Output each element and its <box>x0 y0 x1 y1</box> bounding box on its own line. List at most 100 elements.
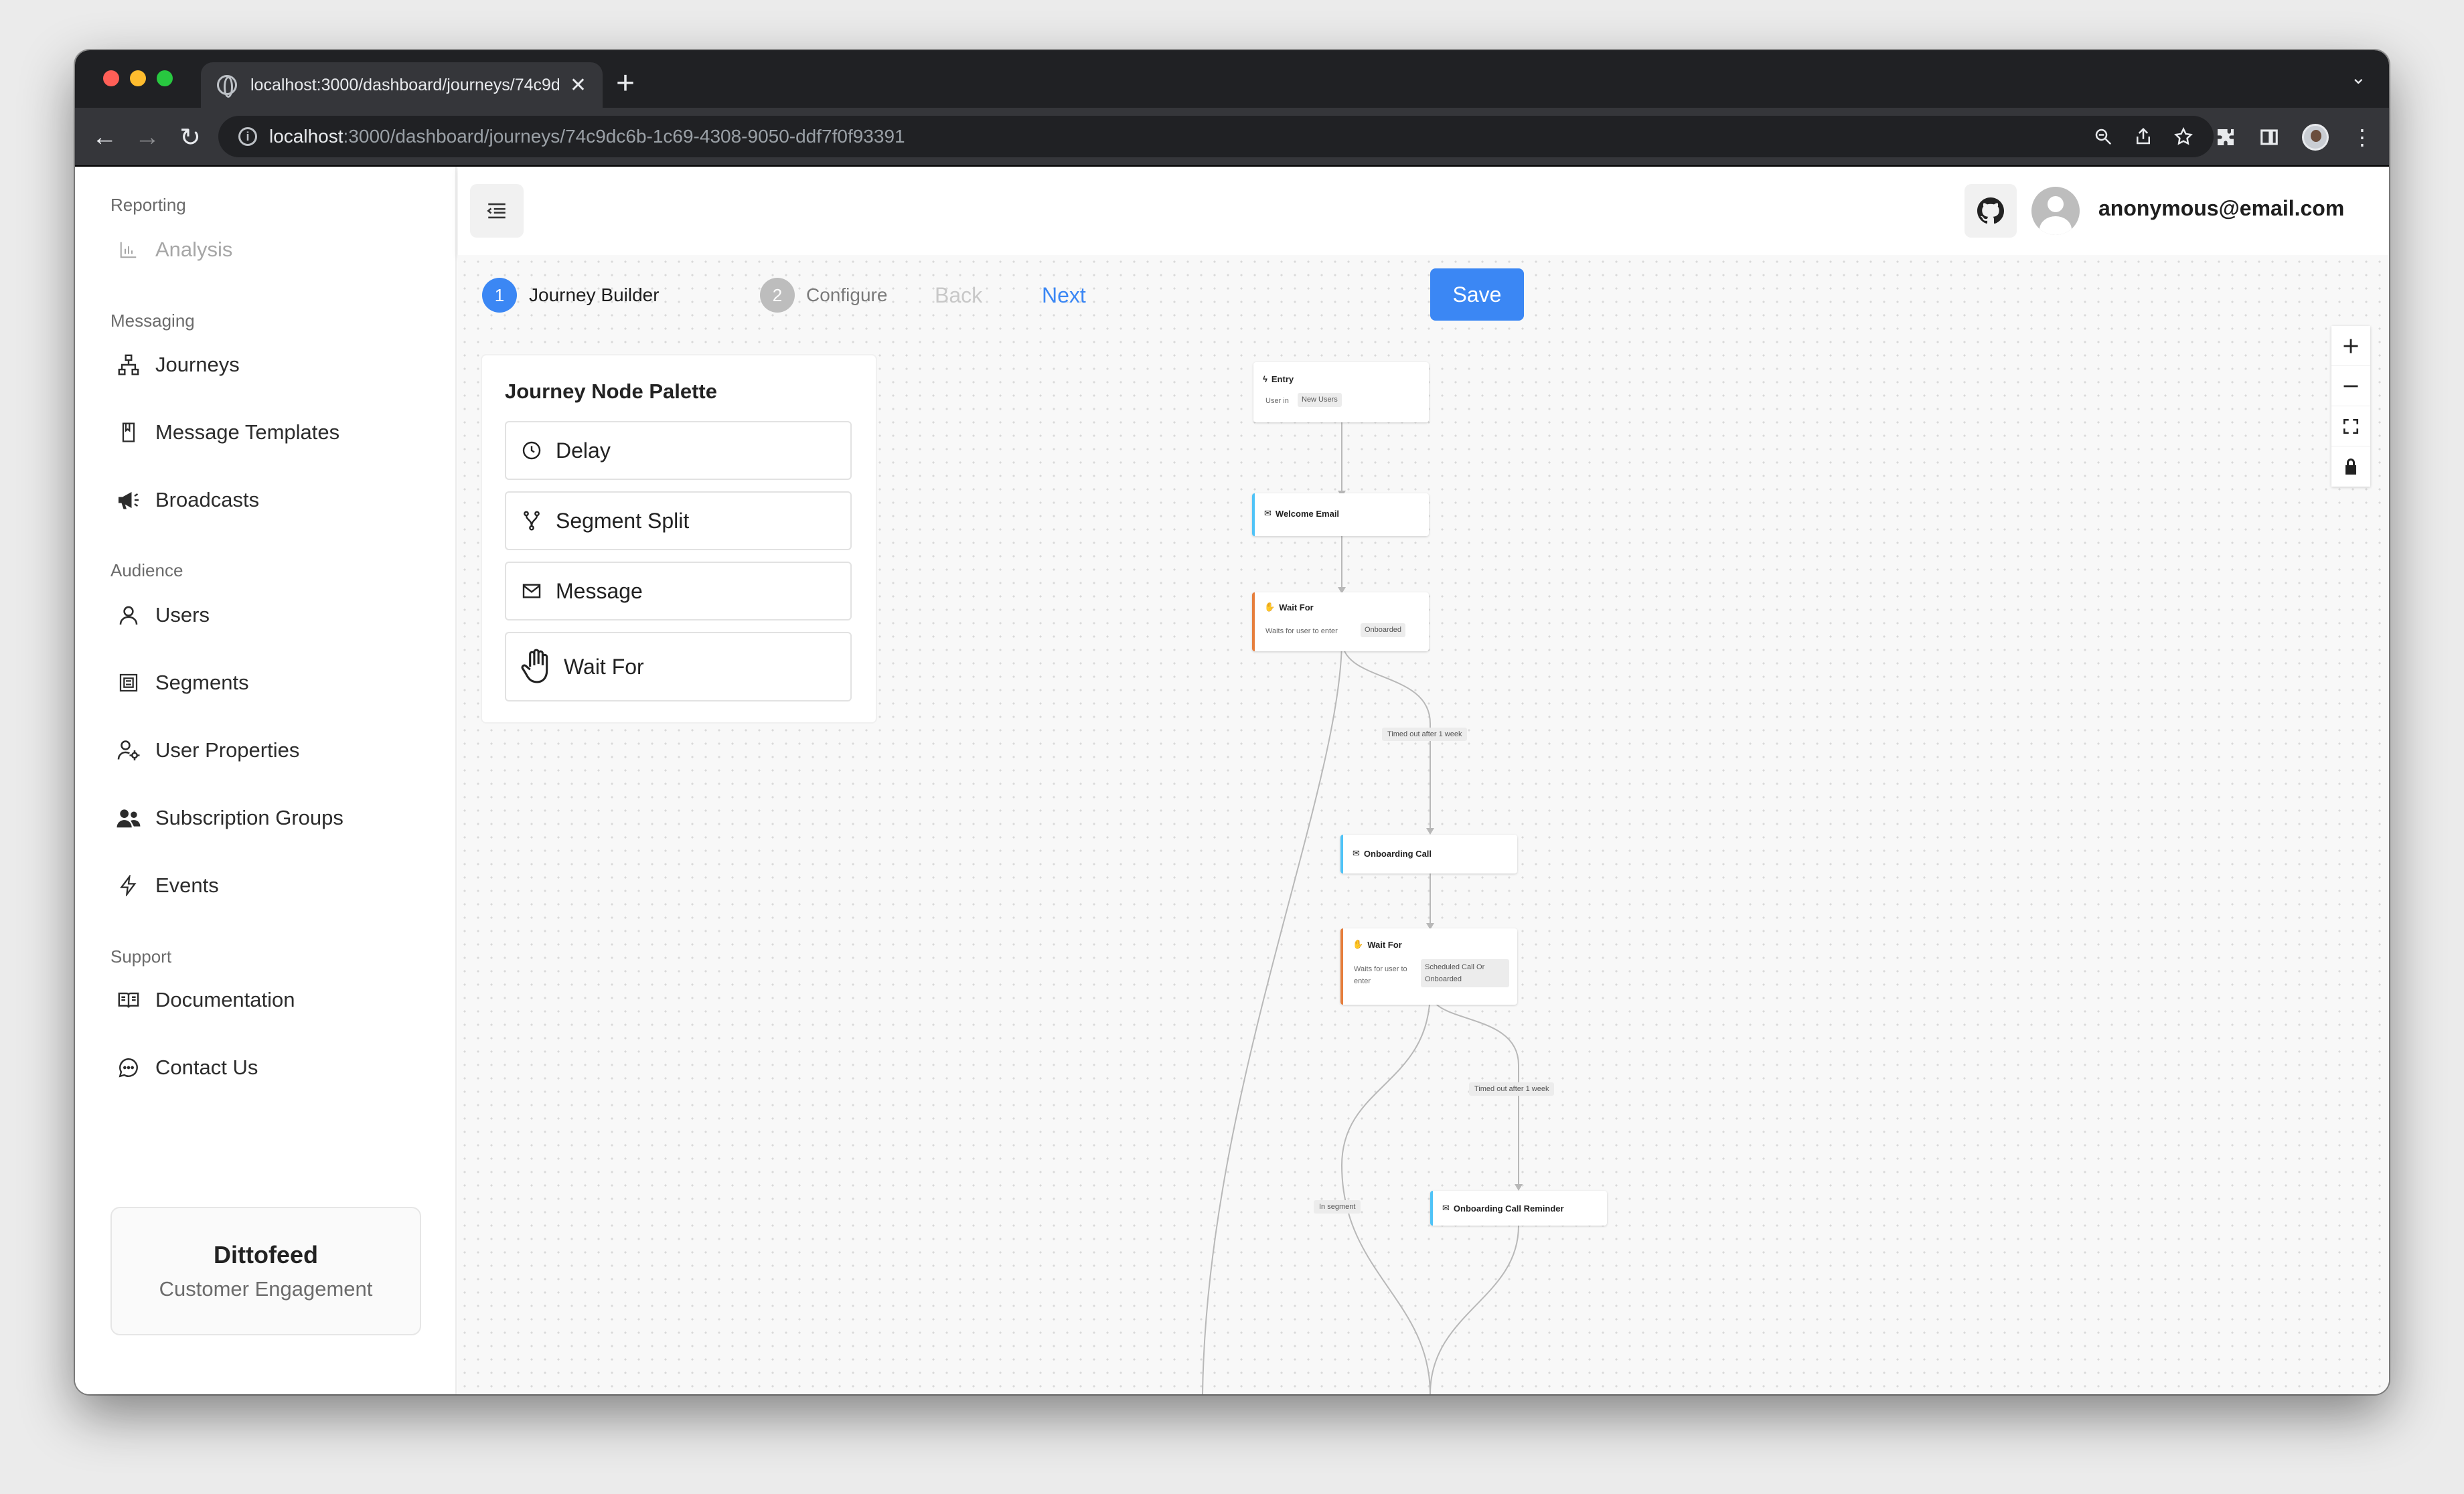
globe-icon <box>217 75 237 98</box>
step-1-label[interactable]: Journey Builder <box>529 284 660 306</box>
bookmark-star-icon[interactable] <box>2173 127 2193 147</box>
edge-reminder-out <box>1430 1225 1519 1394</box>
close-window-button[interactable] <box>103 70 119 86</box>
palette-item-delay[interactable]: Delay <box>505 421 852 480</box>
sidebar-item-analysis[interactable]: Analysis <box>115 230 232 270</box>
extensions-icon[interactable] <box>2215 127 2236 148</box>
main-content: anonymous@email.com 1 Journey Builder 2 … <box>458 167 2389 1394</box>
back-button[interactable]: Back <box>935 283 982 308</box>
sidebar-item-events[interactable]: Events <box>115 865 219 906</box>
palette-item-segment-split[interactable]: Segment Split <box>505 491 852 550</box>
brand-name: Dittofeed <box>214 1241 318 1268</box>
wait-for-title-1: ✋ Wait For <box>1264 602 1314 612</box>
entry-node[interactable]: ϟ Entry User in New Users <box>1253 362 1429 422</box>
sidebar-item-label: Documentation <box>155 988 295 1011</box>
browser-tab[interactable]: localhost:3000/dashboard/journeys/74c9dc… <box>201 62 603 108</box>
forward-arrow-icon[interactable]: → <box>129 118 166 156</box>
sidebar-item-user-properties[interactable]: User Properties <box>115 730 299 770</box>
maximize-window-button[interactable] <box>157 70 173 86</box>
edge-label-in-segment: In segment <box>1314 1200 1361 1214</box>
lock-button[interactable] <box>2331 446 2370 487</box>
fit-view-button[interactable] <box>2331 406 2370 446</box>
palette-item-label: Wait For <box>564 654 644 679</box>
entry-node-sub: User in <box>1265 397 1289 405</box>
step-1-indicator[interactable]: 1 <box>482 278 517 313</box>
browser-window: localhost:3000/dashboard/journeys/74c9dc… <box>75 50 2389 1394</box>
address-bar[interactable]: i localhost:3000/dashboard/journeys/74c9… <box>218 116 2214 157</box>
sidebar-item-journeys[interactable]: Journeys <box>115 345 240 385</box>
sidebar-item-contact-us[interactable]: Contact Us <box>115 1048 258 1088</box>
url-text: localhost:3000/dashboard/journeys/74c9dc… <box>269 126 905 147</box>
welcome-email-title: ✉ Welcome Email <box>1264 508 1340 519</box>
section-audience: Audience <box>110 560 183 580</box>
sidebar-item-subscription-groups[interactable]: Subscription Groups <box>115 798 343 838</box>
next-button[interactable]: Next <box>1042 283 1086 308</box>
share-icon[interactable] <box>2133 127 2153 147</box>
hand-icon <box>518 648 553 685</box>
new-tab-button[interactable]: + <box>616 64 635 104</box>
back-arrow-icon[interactable]: ← <box>86 118 123 156</box>
sidebar-item-message-templates[interactable]: Message Templates <box>115 412 339 452</box>
tab-close-icon[interactable]: ✕ <box>570 74 587 97</box>
plus-icon <box>2343 339 2358 353</box>
wait-for-node-2[interactable]: ✋ Wait For Waits for user to enter Schedu… <box>1340 928 1517 1005</box>
minus-icon <box>2343 385 2358 387</box>
reload-icon[interactable]: ↻ <box>171 118 209 156</box>
palette-item-wait-for[interactable]: Wait For <box>505 632 852 701</box>
mail-icon: ✉ <box>1353 848 1360 858</box>
app-header: anonymous@email.com <box>458 167 2389 255</box>
sidebar: Reporting Analysis Messaging Journeys Me… <box>75 167 457 1394</box>
user-email[interactable]: anonymous@email.com <box>2098 196 2344 221</box>
journey-canvas[interactable]: 1 Journey Builder 2 Configure Back Next … <box>458 255 2389 1394</box>
sidebar-item-label: Users <box>155 603 210 627</box>
info-icon[interactable]: i <box>238 127 257 146</box>
sidebar-item-users[interactable]: Users <box>115 595 210 635</box>
sidebar-item-broadcasts[interactable]: Broadcasts <box>115 480 259 520</box>
wait-for-sub-2: Waits for user to enter <box>1354 965 1407 985</box>
open-book-icon <box>115 987 142 1013</box>
minimize-window-button[interactable] <box>130 70 146 86</box>
sidebar-item-segments[interactable]: Segments <box>115 663 249 703</box>
wait-for-node-1[interactable]: ✋ Wait For Waits for user to enter Onboar… <box>1252 592 1429 651</box>
mail-icon: ✉ <box>1264 508 1272 518</box>
zoom-icon[interactable] <box>2093 127 2113 147</box>
sidebar-item-documentation[interactable]: Documentation <box>115 980 295 1020</box>
node-palette: Journey Node Palette Delay Segment Split <box>481 354 877 724</box>
lightning-icon: ϟ <box>1263 374 1267 384</box>
reminder-title: ✉ Onboarding Call Reminder <box>1442 1203 1564 1214</box>
brand-card: Dittofeed Customer Engagement <box>110 1207 421 1335</box>
zoom-out-button[interactable] <box>2331 366 2370 406</box>
user-settings-icon <box>115 737 142 764</box>
palette-item-message[interactable]: Message <box>505 562 852 620</box>
user-icon <box>115 602 142 629</box>
tab-title: localhost:3000/dashboard/journeys/74c9dc… <box>250 75 559 94</box>
sidebar-item-label: Broadcasts <box>155 488 260 511</box>
tab-search-icon[interactable]: ⌄ <box>2351 66 2366 88</box>
save-button[interactable]: Save <box>1430 268 1524 321</box>
profile-avatar[interactable] <box>2302 124 2329 151</box>
entry-segment-chip: New Users <box>1298 393 1342 407</box>
lock-icon <box>2345 459 2356 475</box>
step-2-label[interactable]: Configure <box>806 284 887 306</box>
palette-item-label: Message <box>556 578 643 603</box>
sidebar-item-label: Subscription Groups <box>155 806 343 829</box>
fit-view-icon <box>2343 418 2359 434</box>
onboarding-call-title: ✉ Onboarding Call <box>1353 848 1432 859</box>
github-button[interactable] <box>1965 184 2017 238</box>
onboarding-call-reminder-node[interactable]: ✉ Onboarding Call Reminder <box>1430 1191 1607 1226</box>
zoom-in-button[interactable] <box>2331 326 2370 366</box>
palette-item-label: Delay <box>556 438 611 463</box>
canvas-controls <box>2331 326 2370 487</box>
onboarding-call-node[interactable]: ✉ Onboarding Call <box>1340 835 1517 874</box>
browser-menu-icon[interactable]: ⋮ <box>2352 124 2373 150</box>
collapse-menu-button[interactable] <box>470 184 524 238</box>
sidebar-item-label: Events <box>155 874 219 897</box>
edge-wait1-segment <box>1202 639 1342 1394</box>
edge-wait2-segment <box>1340 991 1431 1394</box>
github-icon <box>1977 197 2004 224</box>
side-panel-icon[interactable] <box>2259 127 2279 147</box>
user-avatar[interactable] <box>2031 187 2080 235</box>
welcome-email-node[interactable]: ✉ Welcome Email <box>1252 493 1429 536</box>
step-2-indicator[interactable]: 2 <box>760 278 795 313</box>
menu-collapse-icon <box>487 203 506 219</box>
